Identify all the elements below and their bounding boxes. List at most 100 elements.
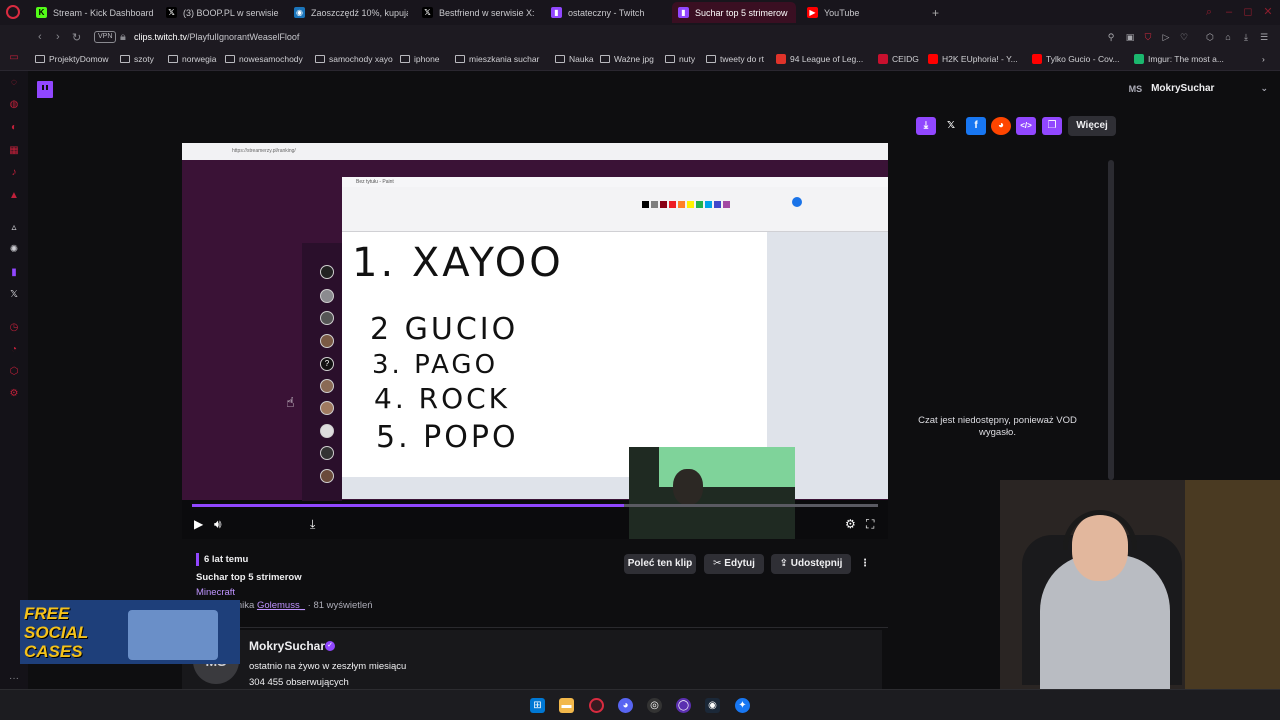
bookmark-item[interactable]: Imgur: The most a... (1134, 54, 1224, 64)
more-share-button[interactable]: Więcej (1068, 116, 1116, 136)
file-explorer-icon[interactable]: ▬ (559, 698, 574, 713)
history-icon[interactable]: ◷ (8, 322, 20, 334)
bookmark-item[interactable]: nuty (665, 54, 695, 64)
download-icon[interactable]: ⤓ (1240, 31, 1252, 43)
play-icon[interactable]: ▷ (1160, 31, 1172, 43)
pin-icon[interactable]: ⚲ (1105, 31, 1117, 43)
settings-icon[interactable]: ⚙ (845, 517, 856, 531)
chat-unavailable-message: Czat jest niedostępny, ponieważ VOD wyga… (918, 415, 1077, 438)
forward-icon[interactable]: › (56, 31, 60, 43)
ad-banner[interactable]: FREE SOCIAL CASES (20, 600, 240, 664)
twitch-logo-icon[interactable] (37, 81, 53, 98)
steam-taskbar-icon[interactable]: ◉ (705, 698, 720, 713)
discord-taskbar-icon[interactable]: ◕ (618, 698, 633, 713)
bookmark-item[interactable]: Tylko Gucio - Cov... (1032, 54, 1120, 64)
volume-icon[interactable]: 🔊︎ (214, 517, 222, 532)
fullscreen-icon[interactable]: ⛶ (866, 517, 874, 532)
tab-bestfriend-x[interactable]: 𝕏 Bestfriend w serwisie X: (416, 2, 541, 23)
chat-scrollbar[interactable] (1108, 160, 1114, 480)
aria-icon[interactable]: ◌ (8, 77, 20, 89)
url-field[interactable]: clips.twitch.tv/PlayfulIgnorantWeaselFlo… (134, 32, 299, 42)
bookmark-item[interactable]: nowesamochody (225, 54, 303, 64)
bookmark-item[interactable]: Nauka (555, 54, 594, 64)
streamer-avatar (320, 289, 334, 303)
tab-kick-dashboard[interactable]: K Stream - Kick Dashboard (30, 2, 158, 23)
opera-taskbar-icon[interactable] (589, 698, 604, 713)
twitch-sidebar-icon[interactable]: ▮ (8, 267, 20, 279)
music-icon[interactable]: ♪ (8, 167, 20, 179)
tab-boop-x[interactable]: 𝕏 (3) BOOP.PL w serwisie (160, 2, 280, 23)
tab-title: ostateczny - Twitch (568, 7, 645, 18)
app-icon[interactable]: ◯ (676, 698, 691, 713)
bookmarks-overflow-icon[interactable]: › (1262, 54, 1265, 64)
recommend-clip-button[interactable]: Poleć ten klip (624, 554, 696, 574)
vpn-badge[interactable]: VPN (94, 31, 117, 43)
share-button[interactable]: ⇪ Udostępnij (771, 554, 851, 574)
game-link[interactable]: Minecraft (196, 587, 235, 598)
start-icon[interactable]: ⊞ (530, 698, 545, 713)
channel-name[interactable]: MokrySuchar (249, 639, 325, 653)
whatsapp-icon[interactable]: ◐ (8, 122, 20, 134)
clock-icon[interactable]: ◔ (8, 344, 20, 356)
obs-icon[interactable]: ◎ (647, 698, 662, 713)
bookmark-item[interactable]: mieszkania suchar (455, 54, 539, 64)
username: MokrySuchar (1151, 83, 1215, 94)
snapshot-icon[interactable]: ▣ (1124, 31, 1136, 43)
back-icon[interactable]: ‹ (38, 31, 42, 43)
lock-icon[interactable]: 🔒︎ (120, 31, 126, 44)
messenger-taskbar-icon[interactable]: ✦ (735, 698, 750, 713)
tab-suchar-top5[interactable]: ▮ Suchar top 5 strimerow (672, 2, 796, 23)
bookmark-item[interactable]: ProjektyDomow (35, 54, 109, 64)
discord-icon[interactable]: ▦ (8, 145, 20, 157)
edit-button[interactable]: ✂ Edytuj (704, 554, 764, 574)
tab-ostateczny-twitch[interactable]: ▮ ostateczny - Twitch (545, 2, 665, 23)
extensions-icon[interactable]: ⬡ (1204, 31, 1216, 43)
video-player[interactable]: https://streamerzy.pl/ranking/ ? Bez tyt… (182, 143, 888, 539)
opera-logo-icon[interactable] (6, 5, 20, 19)
download-clip-button[interactable]: ⤓ (916, 117, 936, 135)
new-tab-button[interactable]: + (926, 2, 946, 23)
openai-icon[interactable]: ✺ (8, 244, 20, 256)
share-x-button[interactable]: 𝕏 (941, 117, 961, 135)
bookmark-item[interactable]: samochody xayo (315, 54, 393, 64)
tab-youtube[interactable]: ▶ YouTube (801, 2, 921, 23)
bookmark-item[interactable]: 94 League of Leg... (776, 54, 863, 64)
more-options-icon[interactable]: ⋮ (856, 554, 874, 574)
bookmark-item[interactable]: iphone (400, 54, 440, 64)
heart-icon[interactable]: ♡ (1178, 31, 1190, 43)
bookmark-item[interactable]: Ważne jpg (600, 54, 654, 64)
x-sidebar-icon[interactable]: 𝕏 (8, 289, 20, 301)
windows-taskbar: ⊞ ▬ ◕ ◎ ◯ ◉ ✦ (0, 689, 1280, 720)
camera-icon[interactable]: ⌂ (1222, 31, 1234, 43)
play-icon[interactable]: ▶ (194, 517, 203, 531)
copy-link-button[interactable]: ❐ (1042, 117, 1062, 135)
progress-bar[interactable] (192, 504, 878, 507)
curator-link[interactable]: Golemuss_ (257, 600, 305, 611)
download-icon[interactable]: ⤓ (310, 517, 315, 532)
reload-icon[interactable]: ↻ (72, 31, 81, 44)
bookmark-item[interactable]: tweety do rt (706, 54, 764, 64)
extensions-sidebar-icon[interactable]: ⬡ (8, 366, 20, 378)
twitch-icon: ▮ (678, 7, 689, 18)
maximize-icon[interactable]: ◻ (1241, 5, 1255, 19)
user-menu[interactable]: MS MokrySuchar ⌄ (1129, 83, 1268, 94)
speed-dial-icon[interactable]: ▭ (8, 52, 20, 64)
settings-icon[interactable]: ⚙ (8, 388, 20, 400)
search-tabs-icon[interactable]: ⌕ (1202, 5, 1216, 19)
close-icon[interactable]: ✕ (1261, 5, 1275, 19)
bookmark-item[interactable]: CEIDG (878, 54, 919, 64)
player-icon[interactable]: ▲ (8, 190, 20, 202)
more-icon[interactable]: ··· (8, 673, 20, 685)
tab-steam[interactable]: ◉ Zaoszczędź 10%, kupując (288, 2, 408, 23)
minimize-icon[interactable]: – (1222, 5, 1236, 19)
bookmark-item[interactable]: szoty (120, 54, 154, 64)
menu-icon[interactable]: ☰ (1258, 31, 1270, 43)
embed-code-button[interactable]: </> (1016, 117, 1036, 135)
shield-icon[interactable]: ⛉ (1142, 31, 1154, 43)
bookmark-item[interactable]: norwegia (168, 54, 217, 64)
share-facebook-button[interactable]: f (966, 117, 986, 135)
messenger-icon[interactable]: ◍ (8, 99, 20, 111)
share-reddit-button[interactable]: ◕ (991, 117, 1011, 135)
bookmark-item[interactable]: H2K EUphoria! - Y... (928, 54, 1018, 64)
chatgpt-icon[interactable]: ▵ (8, 222, 20, 234)
